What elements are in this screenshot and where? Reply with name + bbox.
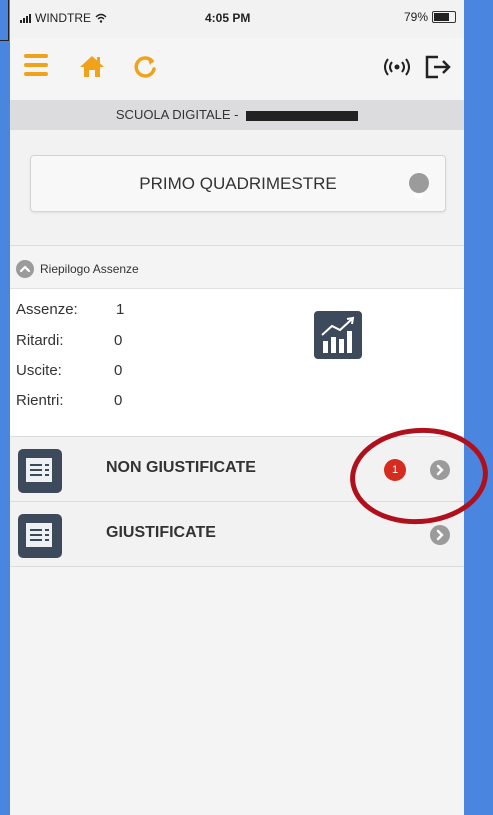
collapse-icon: [16, 260, 34, 278]
wifi-signal-icon: [95, 13, 107, 23]
chevron-right-icon: [430, 525, 450, 545]
broadcast-icon[interactable]: [382, 58, 412, 80]
list-item-label: NON GIUSTIFICATE: [106, 459, 256, 476]
summary-title: Riepilogo Assenze: [40, 262, 139, 276]
battery-percent: 79%: [403, 10, 428, 24]
app-toolbar: [10, 38, 464, 100]
summary-value: 0: [114, 392, 123, 409]
menu-icon[interactable]: [24, 54, 48, 76]
chevron-down-icon: [409, 173, 429, 200]
battery-icon: [432, 11, 456, 23]
chart-icon[interactable]: [314, 311, 362, 359]
period-section: PRIMO QUADRIMESTRE: [10, 130, 464, 246]
phone-screen: WINDTRE 4:05 PM 79% SCUOLA DIGITALE - PR…: [10, 0, 464, 815]
home-icon[interactable]: [78, 54, 106, 83]
summary-value: 0: [114, 362, 123, 379]
summary-header[interactable]: Riepilogo Assenze: [10, 252, 464, 286]
summary-label: Rientri:: [16, 392, 64, 409]
list-document-icon: [18, 449, 62, 493]
clock: 4:05 PM: [205, 11, 251, 25]
carrier-name: WINDTRE: [35, 11, 91, 25]
summary-label: Ritardi:: [16, 332, 64, 349]
redacted-school-name: [246, 110, 359, 121]
divider: [10, 566, 464, 569]
list-document-icon: [18, 514, 62, 558]
summary-row-returns: Rientri: 0: [16, 392, 122, 409]
list-item-label: GIUSTIFICATE: [106, 524, 216, 541]
status-bar: WINDTRE 4:05 PM 79%: [10, 0, 464, 38]
summary-row-exits: Uscite: 0: [16, 362, 122, 379]
summary-label: Uscite:: [16, 362, 62, 379]
signal-icon: [20, 13, 31, 23]
summary-value: 1: [116, 301, 125, 318]
school-header: SCUOLA DIGITALE -: [10, 100, 464, 130]
period-value: PRIMO QUADRIMESTRE: [139, 174, 337, 193]
logout-icon[interactable]: [424, 54, 452, 85]
summary-value: 0: [114, 332, 123, 349]
school-label: SCUOLA DIGITALE -: [115, 107, 239, 122]
absence-summary: Assenze: 1 Ritardi: 0 Uscite: 0 Rientri:…: [10, 288, 464, 437]
refresh-icon[interactable]: [132, 54, 158, 85]
summary-label: Assenze:: [16, 301, 78, 318]
carrier-info: WINDTRE: [20, 11, 107, 25]
summary-row-late: Ritardi: 0: [16, 332, 122, 349]
battery-info: 79%: [404, 10, 456, 24]
summary-row-absences: Assenze: 1: [16, 301, 124, 318]
corner-frame: [0, 0, 9, 41]
period-selector[interactable]: PRIMO QUADRIMESTRE: [30, 155, 446, 212]
